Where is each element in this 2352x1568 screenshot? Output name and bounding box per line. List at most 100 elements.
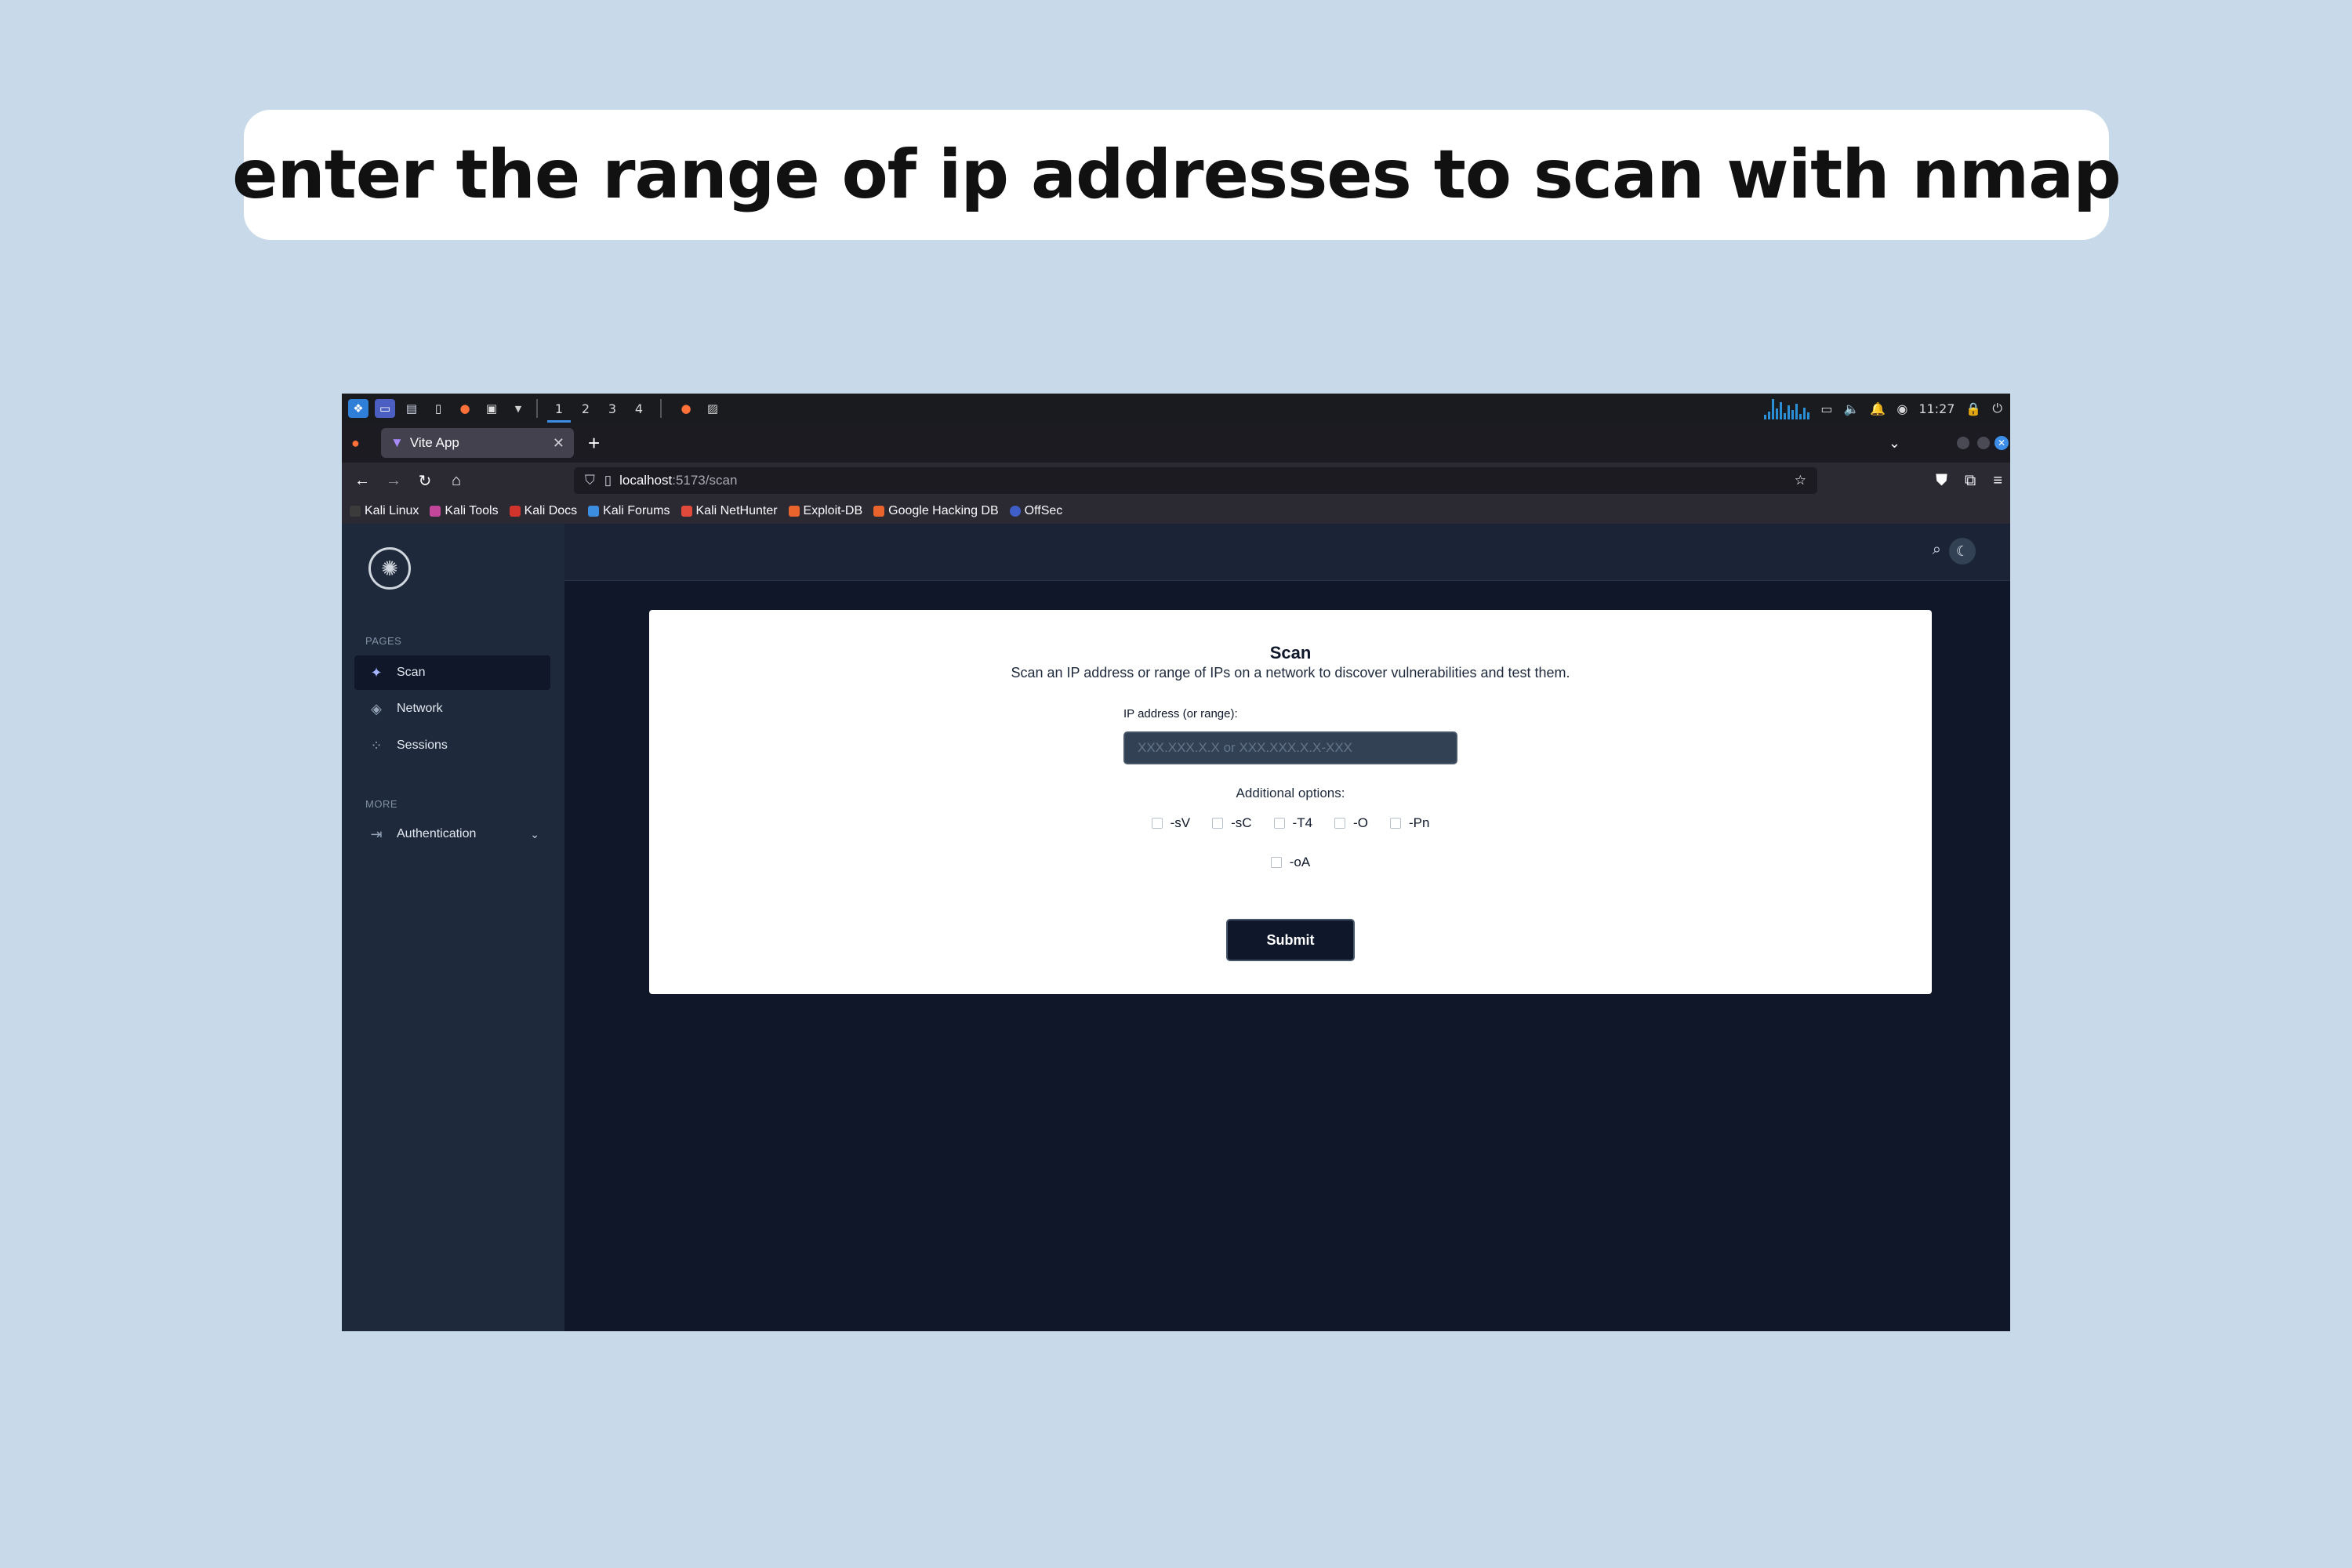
web-app: ✺ PAGES ✦ Scan ◈ Network ⁘ Sessions MORE… bbox=[342, 524, 2010, 1331]
clock: 11:27 bbox=[1918, 401, 1955, 416]
bookmark-star-icon[interactable]: ☆ bbox=[1795, 473, 1806, 488]
close-window-button[interactable]: ✕ bbox=[1994, 436, 2009, 450]
sidebar: ✺ PAGES ✦ Scan ◈ Network ⁘ Sessions MORE… bbox=[342, 524, 564, 1331]
checkbox[interactable] bbox=[1151, 818, 1163, 829]
submit-button[interactable]: Submit bbox=[1226, 919, 1355, 961]
sessions-icon: ⁘ bbox=[370, 737, 383, 753]
url-host: localhost bbox=[619, 473, 673, 488]
checkbox[interactable] bbox=[1334, 818, 1346, 829]
checkbox[interactable] bbox=[1389, 818, 1401, 829]
app-header: ⌕ ☾ bbox=[564, 524, 2010, 581]
ip-address-label: IP address (or range): bbox=[1123, 707, 1238, 720]
bookmark-label: Google Hacking DB bbox=[888, 504, 999, 517]
display-icon[interactable]: ▭ bbox=[1820, 401, 1832, 416]
dark-mode-toggle-icon[interactable]: ☾ bbox=[1949, 538, 1976, 564]
tools-icon bbox=[430, 506, 441, 517]
search-icon[interactable]: ⌕ bbox=[1933, 541, 1941, 559]
sidebar-item-scan[interactable]: ✦ Scan bbox=[354, 655, 550, 690]
taskbar-separator bbox=[536, 399, 538, 418]
workspace-4[interactable]: 4 bbox=[626, 401, 652, 416]
chevron-down-icon[interactable]: ▼ bbox=[508, 399, 528, 418]
sidebar-item-label: Authentication bbox=[397, 827, 477, 840]
volume-icon[interactable]: 🔈 bbox=[1844, 401, 1860, 416]
bookmark-kali-docs[interactable]: Kali Docs bbox=[509, 504, 577, 518]
lock-icon[interactable]: 🔒 bbox=[1965, 401, 1981, 416]
pocket-icon[interactable]: ⛊ bbox=[1936, 472, 1947, 490]
ip-address-input[interactable] bbox=[1123, 731, 1457, 764]
maximize-window-button[interactable] bbox=[1977, 437, 1990, 449]
checkbox[interactable] bbox=[1273, 818, 1285, 829]
page-title: Scan bbox=[1269, 643, 1312, 662]
page-info-icon[interactable]: ▯ bbox=[604, 473, 612, 488]
option-oa[interactable]: -oA bbox=[1270, 855, 1310, 870]
option-label: -sV bbox=[1170, 815, 1191, 830]
home-button[interactable]: ⌂ bbox=[441, 472, 472, 490]
caption-text: enter the range of ip addresses to scan … bbox=[232, 136, 2122, 214]
sidebar-item-authentication[interactable]: ⇥ Authentication ⌄ bbox=[354, 817, 550, 851]
option-pn[interactable]: -Pn bbox=[1389, 815, 1430, 831]
back-button[interactable]: ← bbox=[347, 472, 378, 490]
firefox-icon[interactable]: ● bbox=[455, 399, 475, 418]
desktop-icon[interactable]: ▭ bbox=[375, 399, 395, 418]
scan-card: Scan Scan an IP address or range of IPs … bbox=[649, 610, 1932, 994]
workspace-1[interactable]: 1 bbox=[546, 401, 572, 423]
forums-icon bbox=[588, 506, 600, 517]
ghdb-icon bbox=[873, 506, 885, 517]
logout-icon[interactable]: ⏻ bbox=[1992, 401, 2002, 416]
firefox-view-icon[interactable]: ● bbox=[351, 435, 360, 452]
option-o[interactable]: -O bbox=[1334, 815, 1368, 831]
option-label: -O bbox=[1353, 815, 1368, 830]
option-sc[interactable]: -sC bbox=[1212, 815, 1252, 831]
browser-tab[interactable]: ▼ Vite App ✕ bbox=[381, 428, 574, 458]
additional-options-label: Additional options: bbox=[1236, 786, 1345, 800]
option-label: -Pn bbox=[1408, 815, 1430, 830]
sidebar-item-label: Scan bbox=[397, 666, 426, 679]
tab-title: Vite App bbox=[409, 435, 459, 450]
notification-bell-icon[interactable]: 🔔 bbox=[1870, 401, 1886, 416]
workspace-2[interactable]: 2 bbox=[572, 401, 599, 416]
close-tab-icon[interactable]: ✕ bbox=[553, 435, 564, 452]
docs-icon bbox=[509, 506, 521, 517]
workspace-3[interactable]: 3 bbox=[599, 401, 626, 416]
bookmark-exploit-db[interactable]: Exploit-DB bbox=[788, 504, 863, 518]
sidebar-item-network[interactable]: ◈ Network bbox=[354, 691, 550, 726]
power-status-icon[interactable]: ◉ bbox=[1896, 401, 1907, 416]
options-row: -sV -sC -T4 -O -Pn bbox=[649, 815, 1932, 831]
menu-icon[interactable]: ≡ bbox=[1993, 472, 2002, 490]
option-t4[interactable]: -T4 bbox=[1273, 815, 1313, 831]
reload-button[interactable]: ↻ bbox=[409, 471, 441, 491]
os-taskbar: ❖ ▭ ▤ ▯ ● ▣ ▼ 1 2 3 4 ● ▨ ▭ 🔈 🔔 ◉ 11:27 … bbox=[342, 394, 2010, 423]
firefox-window-icon[interactable]: ● bbox=[676, 399, 696, 418]
bookmark-offsec[interactable]: OffSec bbox=[1009, 504, 1062, 518]
forward-button[interactable]: → bbox=[378, 472, 409, 490]
new-tab-button[interactable]: + bbox=[588, 431, 600, 456]
shield-icon[interactable]: ⛉ bbox=[585, 473, 595, 488]
bookmark-kali-nethunter[interactable]: Kali NetHunter bbox=[681, 504, 778, 518]
option-sv[interactable]: -sV bbox=[1151, 815, 1191, 831]
checkbox[interactable] bbox=[1270, 857, 1282, 868]
option-label: -T4 bbox=[1292, 815, 1313, 830]
kali-menu-icon[interactable]: ❖ bbox=[348, 399, 368, 418]
url-path: :5173/scan bbox=[672, 473, 738, 488]
list-tabs-icon[interactable]: ⌄ bbox=[1889, 435, 1900, 452]
text-editor-icon[interactable]: ▯ bbox=[428, 399, 448, 418]
address-bar[interactable]: ⛉ ▯ localhost:5173/scan ☆ bbox=[574, 467, 1817, 494]
bookmark-google-hacking-db[interactable]: Google Hacking DB bbox=[873, 504, 999, 518]
screenshot-icon[interactable]: ▨ bbox=[702, 399, 723, 418]
sidebar-item-sessions[interactable]: ⁘ Sessions bbox=[354, 728, 550, 763]
checkbox[interactable] bbox=[1212, 818, 1224, 829]
sign-in-icon: ⇥ bbox=[370, 826, 383, 842]
terminal-icon[interactable]: ▣ bbox=[481, 399, 502, 418]
bookmarks-bar: Kali Linux Kali Tools Kali Docs Kali For… bbox=[342, 499, 2010, 524]
system-tray: ▭ 🔈 🔔 ◉ 11:27 🔒 ⏻ bbox=[1764, 394, 2010, 423]
file-manager-icon[interactable]: ▤ bbox=[401, 399, 422, 418]
extensions-icon[interactable]: ⧉ bbox=[1965, 472, 1976, 490]
minimize-window-button[interactable] bbox=[1957, 437, 1969, 449]
bookmark-label: Exploit-DB bbox=[803, 504, 863, 517]
bookmark-kali-tools[interactable]: Kali Tools bbox=[430, 504, 499, 518]
app-logo[interactable]: ✺ bbox=[368, 547, 411, 590]
bookmark-kali-forums[interactable]: Kali Forums bbox=[588, 504, 670, 518]
bookmark-kali-linux[interactable]: Kali Linux bbox=[350, 504, 419, 518]
page-subtitle: Scan an IP address or range of IPs on a … bbox=[1011, 665, 1570, 681]
chevron-down-icon: ⌄ bbox=[530, 827, 539, 840]
